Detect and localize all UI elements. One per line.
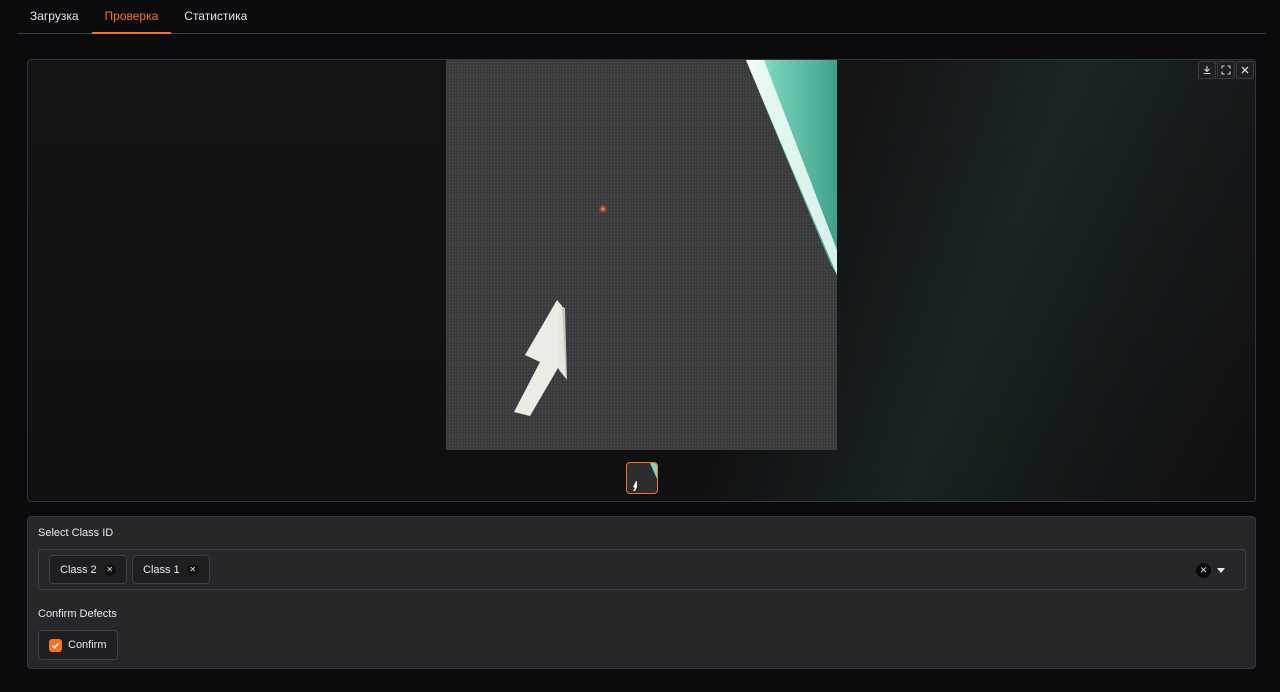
thumbnail-image — [633, 463, 657, 491]
thumbnail-1[interactable] — [626, 462, 658, 494]
confirm-defects-label: Confirm Defects — [38, 608, 117, 620]
class-chip-label: Class 1 — [143, 563, 180, 576]
class-multiselect[interactable]: Class 2 ✕ Class 1 ✕ ✕ — [38, 549, 1246, 590]
remove-chip-icon[interactable]: ✕ — [186, 563, 199, 576]
preview-image-content — [514, 60, 837, 416]
image-gallery — [27, 59, 1256, 502]
class-chip[interactable]: Class 2 ✕ — [49, 555, 127, 584]
chevron-down-icon[interactable] — [1217, 568, 1225, 573]
review-form: Select Class ID Class 2 ✕ Class 1 ✕ ✕ Co… — [27, 516, 1256, 669]
remove-chip-icon[interactable]: ✕ — [103, 563, 116, 576]
tab-bar: Загрузка Проверка Статистика — [17, 0, 1266, 34]
preview-image[interactable] — [446, 60, 837, 450]
confirm-checkbox[interactable]: Confirm — [38, 630, 118, 660]
close-icon[interactable] — [1236, 61, 1254, 79]
confirm-checkbox-label: Confirm — [68, 639, 107, 651]
class-chip[interactable]: Class 1 ✕ — [132, 555, 210, 584]
download-icon[interactable] — [1198, 61, 1216, 79]
tab-statistics[interactable]: Статистика — [171, 0, 260, 33]
gallery-toolbar — [1198, 61, 1254, 79]
fullscreen-icon[interactable] — [1217, 61, 1235, 79]
clear-all-icon[interactable]: ✕ — [1196, 563, 1211, 578]
tab-upload[interactable]: Загрузка — [17, 0, 92, 33]
class-select-label: Select Class ID — [38, 527, 114, 539]
checkbox-checked-icon[interactable] — [49, 638, 62, 652]
tab-review[interactable]: Проверка — [91, 0, 172, 34]
class-chip-label: Class 2 — [60, 563, 97, 576]
